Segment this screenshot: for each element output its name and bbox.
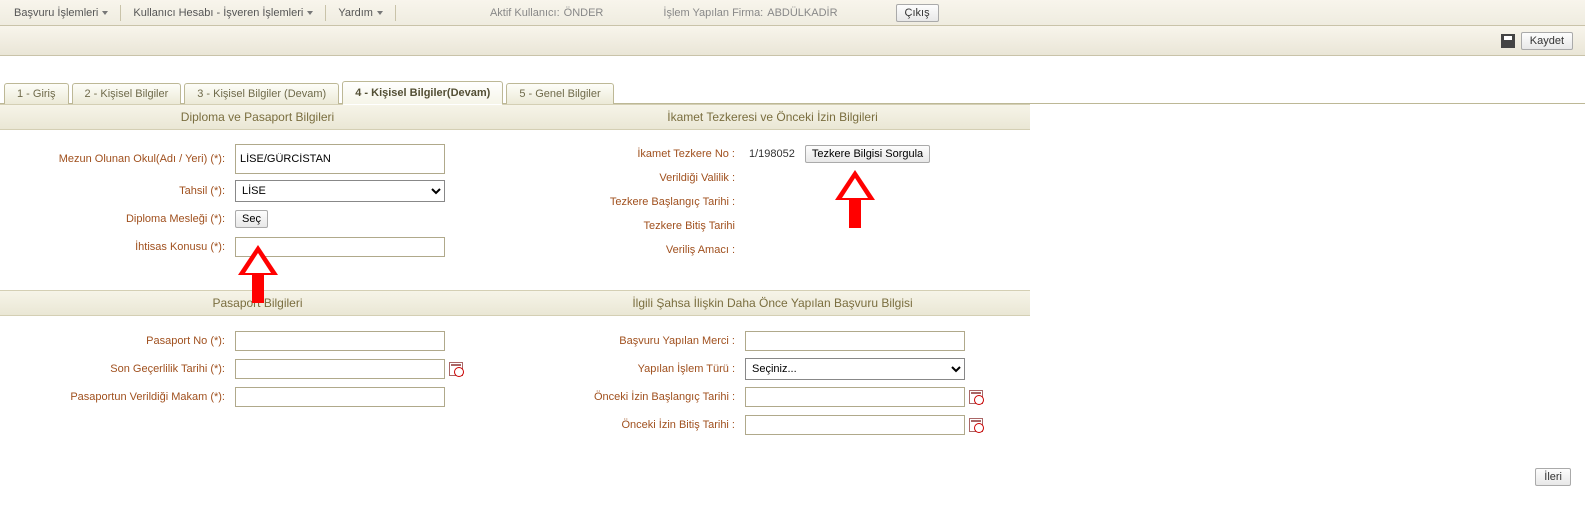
tab-strip: 1 - Giriş 2 - Kişisel Bilgiler 3 - Kişis… [0, 80, 1585, 104]
pasaport-makam-input[interactable] [235, 387, 445, 407]
tab-kisisel-bilgiler-devam-2[interactable]: 4 - Kişisel Bilgiler(Devam) [342, 81, 503, 105]
chevron-down-icon [307, 11, 313, 15]
label-tezkere-bitis: Tezkere Bitiş Tarihi [525, 220, 745, 232]
section-header-pasaport: Pasaport Bilgileri [0, 290, 515, 316]
ileri-button[interactable]: İleri [1535, 468, 1571, 486]
section-ikamet-body: İkamet Tezkere No : 1/198052 Tezkere Bil… [515, 130, 1030, 290]
tab-kisisel-bilgiler-devam-1[interactable]: 3 - Kişisel Bilgiler (Devam) [184, 83, 339, 104]
toolbar: Kaydet [0, 26, 1585, 56]
pasaport-no-input[interactable] [235, 331, 445, 351]
ikamet-no-value: 1/198052 [745, 148, 795, 160]
tab-kisisel-bilgiler[interactable]: 2 - Kişisel Bilgiler [72, 83, 182, 104]
label-diploma-meslegi: Diploma Mesleği (*): [10, 213, 235, 225]
calendar-icon[interactable] [449, 362, 463, 376]
onceki-bitis-input[interactable] [745, 415, 965, 435]
label-verildigi-valilik: Verildiği Valilik : [525, 172, 745, 184]
section-diploma-body: Mezun Olunan Okul(Adı / Yeri) (*): Tahsi… [0, 130, 515, 290]
islem-firma-value: ABDÜLKADİR [767, 7, 837, 19]
label-islem-turu: Yapılan İşlem Türü : [525, 363, 745, 375]
section-header-ilgili: İlgili Şahsa İlişkin Daha Önce Yapılan B… [515, 290, 1030, 316]
label-tezkere-baslangic: Tezkere Başlangıç Tarihi : [525, 196, 745, 208]
section-ilgili-body: Başvuru Yapılan Merci : Yapılan İşlem Tü… [515, 316, 1030, 462]
sec-button[interactable]: Seç [235, 210, 268, 228]
label-son-gecerlilik: Son Geçerlilik Tarihi (*): [10, 363, 235, 375]
islem-turu-select[interactable]: Seçiniz... [745, 358, 965, 380]
menu-label: Başvuru İşlemleri [14, 7, 98, 19]
onceki-baslangic-input[interactable] [745, 387, 965, 407]
mezun-okul-input[interactable] [235, 144, 445, 174]
menu-label: Kullanıcı Hesabı - İşveren İşlemleri [133, 7, 303, 19]
top-menu-bar: Başvuru İşlemleri Kullanıcı Hesabı - İşv… [0, 0, 1585, 26]
calendar-icon[interactable] [969, 418, 983, 432]
calendar-icon[interactable] [969, 390, 983, 404]
ihtisas-konusu-input[interactable] [235, 237, 445, 257]
label-pasaport-no: Pasaport No (*): [10, 335, 235, 347]
label-onceki-bitis: Önceki İzin Bitiş Tarihi : [525, 419, 745, 431]
aktif-kullanici-value: ÖNDER [564, 7, 604, 19]
label-ikamet-no: İkamet Tezkere No : [525, 148, 745, 160]
section-header-ikamet: İkamet Tezkeresi ve Önceki İzin Bilgiler… [515, 104, 1030, 130]
section-header-diploma: Diploma ve Pasaport Bilgileri [0, 104, 515, 130]
tezkere-sorgula-button[interactable]: Tezkere Bilgisi Sorgula [805, 145, 930, 163]
islem-firma-info: İşlem Yapılan Firma: ABDÜLKADİR [657, 7, 847, 19]
label-onceki-baslangic: Önceki İzin Başlangıç Tarihi : [525, 391, 745, 403]
menu-yardim[interactable]: Yardım [330, 3, 391, 23]
kaydet-button[interactable]: Kaydet [1521, 32, 1573, 50]
menu-separator [325, 5, 326, 21]
menu-separator [395, 5, 396, 21]
section-pasaport-body: Pasaport No (*): Son Geçerlilik Tarihi (… [0, 316, 515, 436]
aktif-kullanici-info: Aktif Kullanıcı: ÖNDER [484, 7, 613, 19]
son-gecerlilik-input[interactable] [235, 359, 445, 379]
chevron-down-icon [377, 11, 383, 15]
cikis-button[interactable]: Çıkış [896, 4, 939, 22]
chevron-down-icon [102, 11, 108, 15]
label-basvuru-merci: Başvuru Yapılan Merci : [525, 335, 745, 347]
save-icon [1501, 34, 1515, 48]
footer-bar: İleri [0, 462, 1585, 490]
menu-basvuru-islemleri[interactable]: Başvuru İşlemleri [6, 3, 116, 23]
left-column: Diploma ve Pasaport Bilgileri Mezun Olun… [0, 104, 515, 462]
tahsil-select[interactable]: LİSE [235, 180, 445, 202]
tab-giris[interactable]: 1 - Giriş [4, 83, 69, 104]
label-ihtisas-konusu: İhtisas Konusu (*): [10, 241, 235, 253]
islem-firma-label: İşlem Yapılan Firma: [663, 7, 763, 19]
label-pasaport-makam: Pasaportun Verildiği Makam (*): [10, 391, 235, 403]
tab-genel-bilgiler[interactable]: 5 - Genel Bilgiler [506, 83, 613, 104]
content-area: Diploma ve Pasaport Bilgileri Mezun Olun… [0, 104, 1585, 462]
menu-kullanici-hesabi[interactable]: Kullanıcı Hesabı - İşveren İşlemleri [125, 3, 321, 23]
label-tahsil: Tahsil (*): [10, 185, 235, 197]
menu-separator [120, 5, 121, 21]
label-mezun-okul: Mezun Olunan Okul(Adı / Yeri) (*): [10, 153, 235, 165]
basvuru-merci-input[interactable] [745, 331, 965, 351]
right-column: İkamet Tezkeresi ve Önceki İzin Bilgiler… [515, 104, 1030, 462]
menu-label: Yardım [338, 7, 373, 19]
label-verilis-amaci: Veriliş Amacı : [525, 244, 745, 256]
aktif-kullanici-label: Aktif Kullanıcı: [490, 7, 560, 19]
